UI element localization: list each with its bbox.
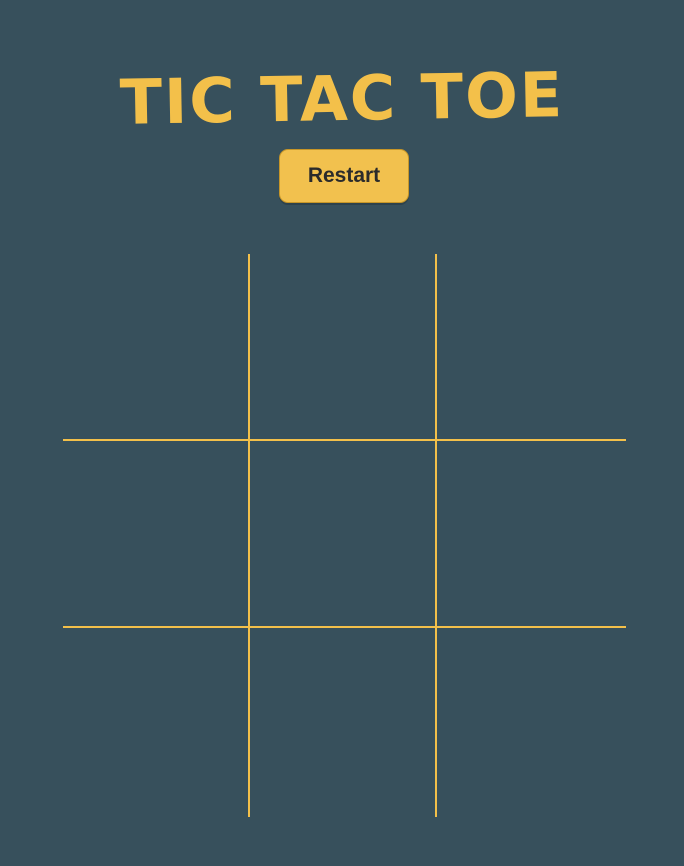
board-cell-8[interactable] [250,628,437,817]
board-cell-4[interactable] [63,441,250,628]
board-cell-9[interactable] [437,628,626,817]
board-cell-2[interactable] [250,254,437,441]
board-cell-3[interactable] [437,254,626,441]
game-title: TIC TAC TOE [119,58,565,139]
board-cell-5[interactable] [250,441,437,628]
game-board [63,254,626,817]
board-cell-6[interactable] [437,441,626,628]
restart-button[interactable]: Restart [279,149,409,203]
board-cell-7[interactable] [63,628,250,817]
board-cell-1[interactable] [63,254,250,441]
